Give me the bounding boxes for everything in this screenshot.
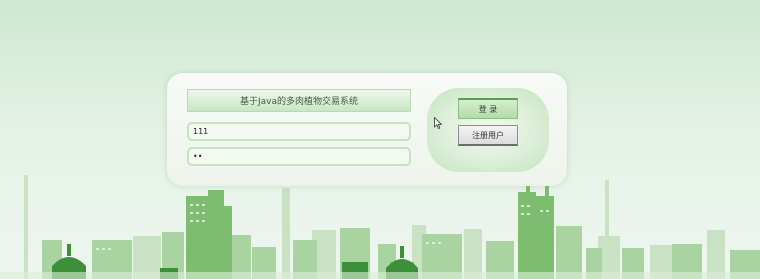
username-input[interactable] <box>187 122 411 141</box>
mouse-pointer-icon <box>434 117 442 129</box>
login-button[interactable]: 登 录 <box>458 98 518 119</box>
button-panel: 登 录 注册用户 <box>427 88 549 172</box>
system-title: 基于Java的多肉植物交易系统 <box>187 89 411 112</box>
password-input[interactable] <box>187 147 411 166</box>
register-button[interactable]: 注册用户 <box>458 125 518 146</box>
login-panel: 基于Java的多肉植物交易系统 登 录 注册用户 <box>167 73 567 186</box>
